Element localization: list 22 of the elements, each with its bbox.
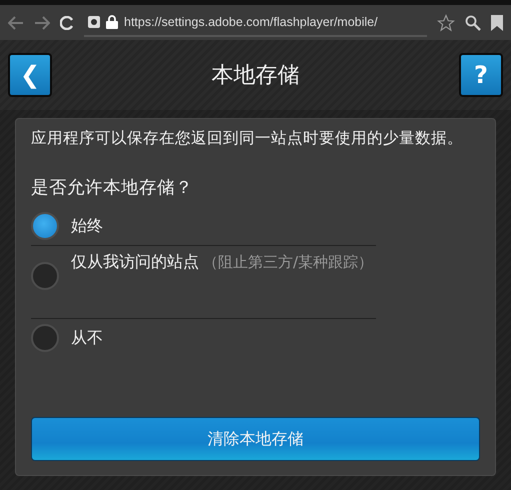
description-text: 应用程序可以保存在您返回到同一站点时要使用的少量数据。 (31, 128, 464, 149)
bookmark-icon[interactable] (491, 14, 503, 30)
back-arrow-icon[interactable] (8, 16, 24, 30)
radio-button[interactable] (31, 324, 59, 352)
radio-button[interactable] (31, 212, 59, 240)
reload-icon[interactable] (60, 16, 74, 30)
star-icon[interactable] (437, 14, 455, 32)
lock-icon (106, 14, 118, 28)
search-icon[interactable] (465, 14, 481, 30)
clear-storage-button[interactable]: 清除本地存储 (31, 417, 480, 461)
option-note: （阻止第三方/某种跟踪） (203, 253, 374, 272)
option-label: 仅从我访问的站点 (71, 252, 199, 273)
back-button[interactable]: ❮ (8, 53, 52, 97)
radio-button[interactable] (31, 262, 59, 290)
site-icon (88, 16, 100, 28)
option-label: 从不 (71, 328, 103, 348)
question-text: 是否允许本地存储？ (31, 177, 194, 199)
url-text[interactable]: https://settings.adobe.com/flashplayer/mobile/ (124, 14, 378, 28)
page-title: 本地存储 (212, 62, 300, 90)
option-label: 始终 (71, 216, 103, 236)
forward-arrow-icon[interactable] (34, 16, 50, 30)
help-button[interactable]: ? (459, 53, 503, 97)
